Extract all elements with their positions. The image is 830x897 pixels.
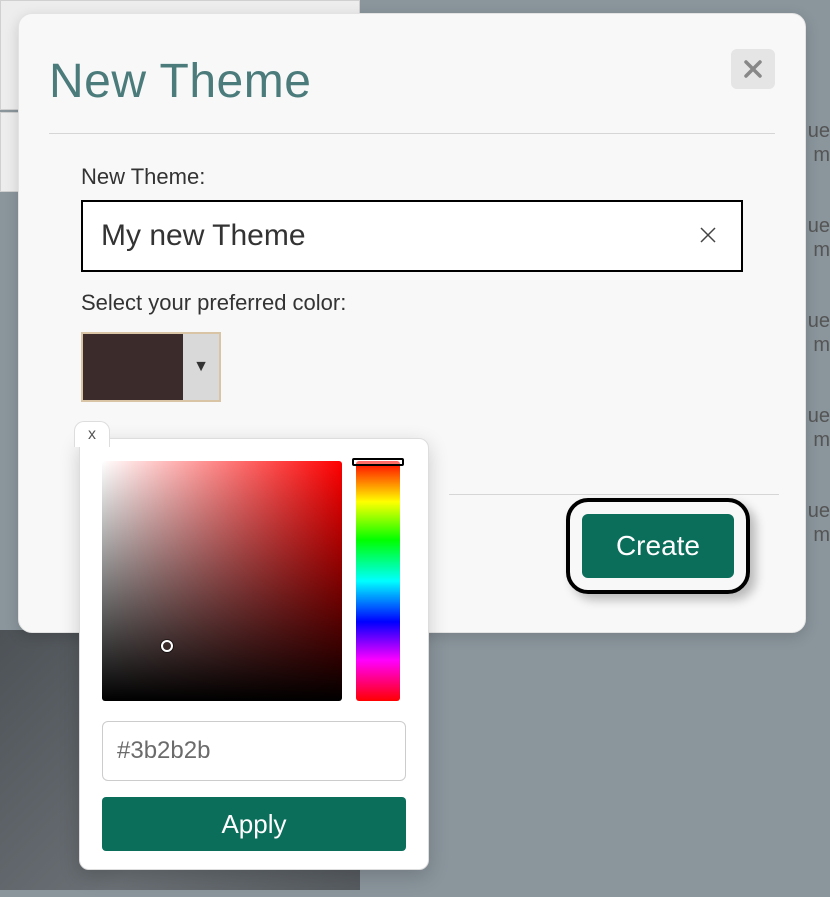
form-area: New Theme: Select your preferred color: … [49, 164, 775, 405]
theme-name-label: New Theme: [81, 164, 743, 190]
apply-button[interactable]: Apply [102, 797, 406, 851]
bg-text: m [809, 429, 830, 452]
create-button-highlight: Create [566, 498, 750, 594]
divider [49, 133, 775, 134]
color-label: Select your preferred color: [81, 290, 743, 316]
theme-name-input[interactable] [101, 219, 681, 253]
picker-panels [102, 461, 406, 701]
saturation-value-field[interactable] [102, 461, 342, 701]
chevron-down-icon: ▼ [193, 358, 209, 376]
hue-column [356, 461, 400, 701]
divider [449, 494, 779, 495]
close-button[interactable] [731, 49, 775, 89]
swatch-dropdown-toggle[interactable]: ▼ [183, 334, 219, 400]
bg-text: ue [804, 405, 830, 428]
hue-cursor[interactable] [352, 458, 404, 466]
bg-text: ue [804, 500, 830, 523]
modal-title: New Theme [49, 54, 775, 109]
x-icon [697, 224, 719, 246]
close-icon [743, 59, 763, 79]
hex-input[interactable] [102, 721, 406, 781]
hue-slider[interactable] [356, 461, 400, 701]
bg-text: m [809, 334, 830, 357]
theme-name-input-wrap [81, 200, 743, 272]
bg-text: m [809, 239, 830, 262]
clear-input-button[interactable] [697, 224, 721, 248]
create-button[interactable]: Create [582, 514, 734, 578]
bg-text: ue [804, 120, 830, 143]
bg-text: m [809, 524, 830, 547]
color-swatch-control[interactable]: ▼ [81, 332, 221, 402]
bg-text: ue [804, 310, 830, 333]
current-color-swatch [83, 334, 183, 400]
sv-cursor[interactable] [161, 640, 173, 652]
color-picker-popover: x Apply [79, 438, 429, 870]
bg-text: m [809, 144, 830, 167]
popover-close-button[interactable]: x [74, 421, 110, 447]
bg-text: ue [804, 215, 830, 238]
